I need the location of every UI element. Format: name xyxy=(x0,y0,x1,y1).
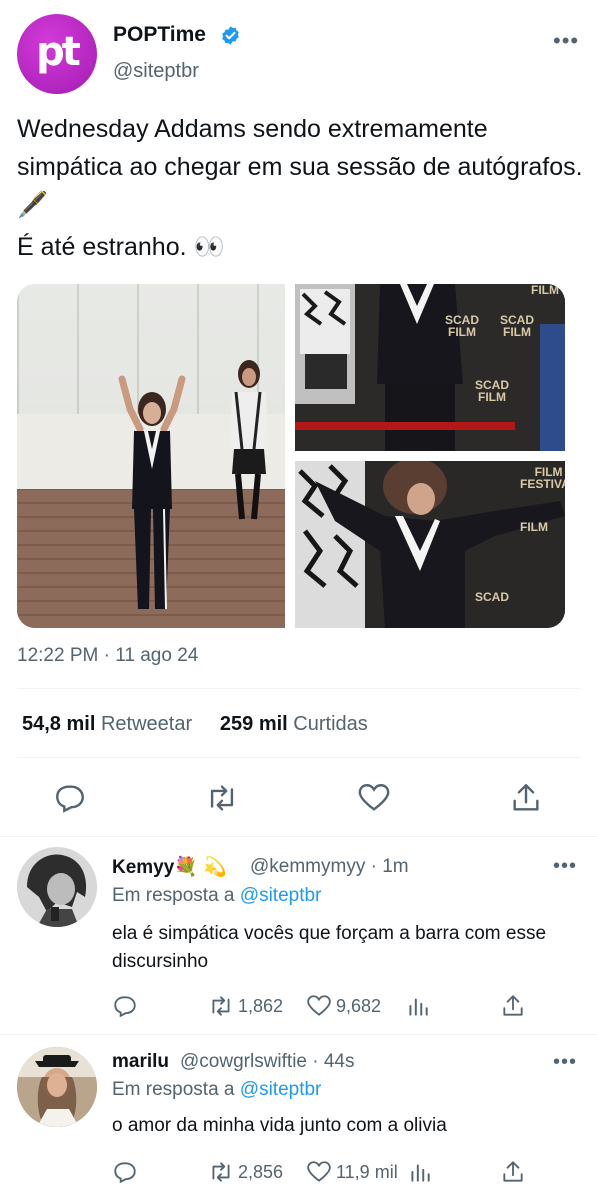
tweet-stats: 54,8 mil Retweetar 259 mil Curtidas xyxy=(22,713,368,736)
tweet-timestamp[interactable]: 12:22 PM · 11 ago 24 xyxy=(17,645,198,667)
author-display-name[interactable]: POPTime xyxy=(113,23,206,47)
reply-text: ela é simpática vocês que forçam a barra… xyxy=(112,923,547,972)
tweet-text-line-2: É até estranho. 👀 xyxy=(17,233,225,261)
retweet-icon xyxy=(212,1162,230,1182)
verified-badge-icon xyxy=(220,25,241,46)
reply-author-handle[interactable]: @kemmymyy · 1m xyxy=(250,856,409,878)
tweet-text: Wednesday Addams sendo extremamente simp… xyxy=(17,110,587,266)
reply-more-button[interactable]: ••• xyxy=(553,855,577,878)
likes-label[interactable]: Curtidas xyxy=(293,713,367,735)
scad-logo-5: FILMFESTIVAL xyxy=(520,465,565,491)
scad-logo-2: SCAD FILM xyxy=(500,313,535,339)
reply-retweet-count: 1,862 xyxy=(238,995,284,1016)
reply-analytics-button[interactable] xyxy=(405,993,435,1019)
person-figure-icon xyxy=(118,375,186,610)
share-button[interactable] xyxy=(509,781,543,815)
retweets-label[interactable]: Retweetar xyxy=(101,713,192,735)
reply-author-handle[interactable]: @cowgrlswiftie · 44s xyxy=(180,1051,355,1073)
media-grid: SCAD FILM SCAD FILM SCAD FILM FILM FILM FEST… xyxy=(17,284,565,628)
retweet-button[interactable] xyxy=(205,781,239,815)
reply-share-button[interactable] xyxy=(500,1159,530,1185)
media-photo-1[interactable] xyxy=(17,284,285,628)
reply-like-count: 9,682 xyxy=(336,995,382,1016)
author-handle[interactable]: @siteptbr xyxy=(113,60,199,83)
reply-like-button[interactable]: 9,682 xyxy=(306,993,381,1019)
scad-logo-1: SCAD FILM xyxy=(445,313,480,339)
divider xyxy=(17,757,580,758)
retweet-icon xyxy=(210,785,234,811)
reply-in-response: Em resposta a @siteptbr xyxy=(112,1079,321,1101)
avatar-logo-text: pt xyxy=(36,29,81,75)
reply-icon xyxy=(56,785,84,813)
reply-retweet-button[interactable]: 1,862 xyxy=(208,993,283,1019)
in-reply-to-link[interactable]: @siteptbr xyxy=(240,885,322,906)
media-photo-2[interactable]: SCAD FILM SCAD FILM SCAD FILM FILM xyxy=(295,284,565,451)
reply-like-button[interactable]: 11,9 mil xyxy=(306,1159,398,1185)
reply-retweet-button[interactable]: 2,856 xyxy=(208,1159,283,1185)
likes-count[interactable]: 259 mil xyxy=(220,713,288,735)
heart-icon xyxy=(307,1161,331,1182)
reply-reply-button[interactable] xyxy=(112,1159,142,1185)
scad-logo-3: SCAD FILM xyxy=(475,378,510,404)
reply-button[interactable] xyxy=(53,781,87,815)
reply-in-response: Em resposta a @siteptbr xyxy=(112,885,321,907)
avatar-illustration-icon xyxy=(17,847,97,927)
retweet-icon xyxy=(212,996,230,1016)
scad-logo-7: SCAD xyxy=(475,590,510,604)
share-icon xyxy=(513,784,539,811)
reply-icon xyxy=(114,1162,136,1184)
scad-logo-6: FILM xyxy=(520,520,548,534)
divider xyxy=(17,688,580,689)
in-reply-prefix: Em resposta a xyxy=(112,885,235,906)
share-icon xyxy=(503,1161,523,1182)
reply-share-button[interactable] xyxy=(500,993,530,1019)
author-avatar[interactable]: pt xyxy=(17,14,97,94)
reply-reply-button[interactable] xyxy=(112,993,142,1019)
avatar-photo-icon xyxy=(17,1047,97,1127)
reply-retweet-count: 2,856 xyxy=(238,1161,284,1182)
reply-more-button[interactable]: ••• xyxy=(553,1051,577,1074)
reply-icon xyxy=(114,996,136,1018)
in-reply-prefix: Em resposta a xyxy=(112,1079,235,1100)
person-background-icon xyxy=(230,360,268,520)
reply-avatar[interactable] xyxy=(17,1047,97,1127)
reply-author-name[interactable]: marilu xyxy=(112,1051,169,1073)
reply-like-count: 11,9 mil xyxy=(336,1161,398,1182)
heart-icon xyxy=(358,784,390,811)
share-icon xyxy=(503,995,523,1016)
retweets-count[interactable]: 54,8 mil xyxy=(22,713,95,735)
more-options-button[interactable]: ••• xyxy=(553,28,579,54)
reply-avatar[interactable] xyxy=(17,847,97,927)
media-photo-3[interactable]: FILMFESTIVAL FILM SCAD xyxy=(295,458,565,628)
like-button[interactable] xyxy=(357,781,391,815)
analytics-icon xyxy=(409,998,428,1016)
divider xyxy=(0,1034,597,1035)
reply-analytics-button[interactable] xyxy=(407,1159,437,1185)
heart-icon xyxy=(307,995,331,1016)
tweet-text-line-1: Wednesday Addams sendo extremamente simp… xyxy=(17,115,583,219)
in-reply-to-link[interactable]: @siteptbr xyxy=(240,1079,322,1100)
divider xyxy=(0,836,597,837)
reply-author-name[interactable]: Kemyy💐 💫 xyxy=(112,855,227,879)
reply-text: o amor da minha vida junto com a olivia xyxy=(112,1115,447,1136)
analytics-icon xyxy=(411,1164,430,1182)
scad-logo-4: FILM xyxy=(531,284,559,297)
